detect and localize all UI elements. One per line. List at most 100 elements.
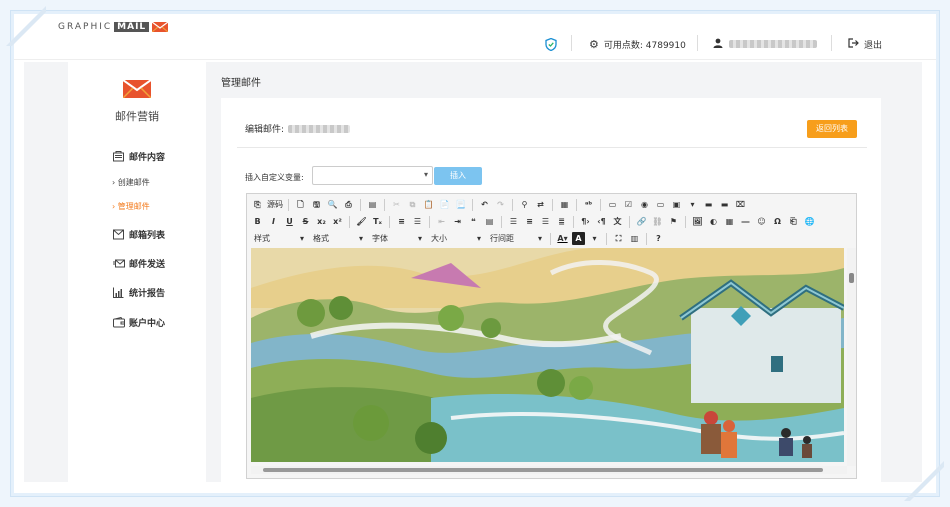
- justify-icon[interactable]: ≣: [555, 215, 568, 228]
- background-color-icon[interactable]: A: [572, 232, 585, 245]
- sidebar-subitem-manage-mail[interactable]: › 管理邮件: [112, 201, 150, 212]
- vertical-scrollbar[interactable]: [847, 248, 856, 466]
- sidebar-item-label: 邮件内容: [129, 153, 166, 163]
- smiley-icon[interactable]: ☺: [755, 215, 768, 228]
- template-icon[interactable]: ▤: [366, 198, 379, 211]
- logout-button[interactable]: 退出: [848, 37, 882, 51]
- username-redacted: [729, 40, 817, 48]
- editor-content-illustration[interactable]: [251, 248, 844, 462]
- div-container-icon[interactable]: ▤: [483, 215, 496, 228]
- paste-icon[interactable]: 📋: [422, 198, 435, 211]
- toolbar-separator: [573, 215, 574, 228]
- image-button-icon[interactable]: ▬: [718, 198, 731, 211]
- anchor-icon[interactable]: ⚑: [667, 215, 680, 228]
- checkbox-icon[interactable]: ☑: [622, 198, 635, 211]
- style-combo[interactable]: 样式 ▾: [251, 232, 307, 245]
- copy-format-icon[interactable]: 🖌: [355, 215, 368, 228]
- remove-format-icon[interactable]: Tₓ: [371, 215, 384, 228]
- text-color-icon[interactable]: A▾: [556, 232, 569, 245]
- help-icon[interactable]: ?: [652, 232, 665, 245]
- undo-icon[interactable]: ↶: [478, 198, 491, 211]
- language-icon[interactable]: 文: [611, 215, 624, 228]
- ltr-icon[interactable]: ¶›: [579, 215, 592, 228]
- select-all-icon[interactable]: ▦: [558, 198, 571, 211]
- size-combo-label: 大小: [431, 234, 447, 243]
- font-combo-label: 字体: [372, 234, 388, 243]
- rtl-icon[interactable]: ‹¶: [595, 215, 608, 228]
- link-icon[interactable]: 🔗: [635, 215, 648, 228]
- sidebar-item-mail-send[interactable]: 邮件发送: [112, 257, 165, 270]
- sidebar-item-account-center[interactable]: 账户中心: [112, 316, 165, 329]
- iframe-icon[interactable]: 🌐: [803, 215, 816, 228]
- toolbar-separator: [576, 198, 577, 211]
- panel-divider: [237, 147, 867, 148]
- strikethrough-icon[interactable]: S: [299, 215, 312, 228]
- cut-icon[interactable]: ✂: [390, 198, 403, 211]
- table-icon[interactable]: ▦: [723, 215, 736, 228]
- blockquote-icon[interactable]: ❝: [467, 215, 480, 228]
- toolbar-separator: [349, 215, 350, 228]
- redo-icon[interactable]: ↷: [494, 198, 507, 211]
- copy-icon[interactable]: ⧉: [406, 198, 419, 211]
- line-height-combo[interactable]: 行间距 ▾: [487, 232, 545, 245]
- underline-icon[interactable]: U: [283, 215, 296, 228]
- maximize-icon[interactable]: ⛶: [612, 232, 625, 245]
- button-field-icon[interactable]: ▬: [702, 198, 715, 211]
- page-break-icon[interactable]: ⎗: [787, 215, 800, 228]
- scrollbar-thumb[interactable]: [263, 468, 823, 472]
- font-combo[interactable]: 字体 ▾: [369, 232, 425, 245]
- align-left-icon[interactable]: ☰: [507, 215, 520, 228]
- italic-icon[interactable]: I: [267, 215, 280, 228]
- paste-word-icon[interactable]: 📃: [454, 198, 467, 211]
- paste-text-icon[interactable]: 📄: [438, 198, 451, 211]
- show-blocks-icon[interactable]: ▥: [628, 232, 641, 245]
- variable-select[interactable]: ▾: [312, 166, 433, 185]
- find-icon[interactable]: ⚲: [518, 198, 531, 211]
- sidebar-subitem-create-mail[interactable]: › 创建邮件: [112, 177, 150, 188]
- horizontal-scrollbar[interactable]: [251, 466, 847, 474]
- flash-icon[interactable]: ◐: [707, 215, 720, 228]
- outdent-icon[interactable]: ⇤: [435, 215, 448, 228]
- textarea-icon[interactable]: ▣: [670, 198, 683, 211]
- align-center-icon[interactable]: ≡: [523, 215, 536, 228]
- scrollbar-thumb[interactable]: [849, 273, 854, 283]
- hidden-field-icon[interactable]: ⌧: [734, 198, 747, 211]
- align-right-icon[interactable]: ☰: [539, 215, 552, 228]
- points-label: 可用点数: 4789910: [603, 40, 686, 51]
- new-page-icon[interactable]: 🗋: [294, 198, 307, 211]
- preview-icon[interactable]: 🔍: [326, 198, 339, 211]
- sidebar-item-mail-content[interactable]: 邮件内容: [112, 150, 165, 163]
- envelope-logo-icon: [151, 21, 169, 33]
- special-char-icon[interactable]: Ω: [771, 215, 784, 228]
- format-combo[interactable]: 格式 ▾: [310, 232, 366, 245]
- subscript-icon[interactable]: x₂: [315, 215, 328, 228]
- superscript-icon[interactable]: x²: [331, 215, 344, 228]
- user-menu[interactable]: [713, 37, 817, 51]
- sidebar-item-mailbox-list[interactable]: 邮箱列表: [112, 228, 165, 241]
- unlink-icon[interactable]: ⛓: [651, 215, 664, 228]
- textfield-icon[interactable]: ▭: [654, 198, 667, 211]
- radio-icon[interactable]: ◉: [638, 198, 651, 211]
- print-icon[interactable]: ⎙: [342, 198, 355, 211]
- numbered-list-icon[interactable]: ≡: [395, 215, 408, 228]
- replace-icon[interactable]: ⇄: [534, 198, 547, 211]
- insert-button[interactable]: 插入: [434, 167, 482, 185]
- horizontal-rule-icon[interactable]: ―: [739, 215, 752, 228]
- size-combo[interactable]: 大小 ▾: [428, 232, 484, 245]
- toolbar-separator: [606, 232, 607, 245]
- source-button[interactable]: 源码: [267, 199, 283, 210]
- form-icon[interactable]: ▭: [606, 198, 619, 211]
- save-icon[interactable]: 🖫: [310, 198, 323, 211]
- bulleted-list-icon[interactable]: ☰: [411, 215, 424, 228]
- security-shield-icon[interactable]: [545, 37, 557, 51]
- brand-logo[interactable]: GRAPHIC MAIL: [58, 21, 169, 33]
- indent-icon[interactable]: ⇥: [451, 215, 464, 228]
- bold-icon[interactable]: B: [251, 215, 264, 228]
- sidebar-item-stats-report[interactable]: 统计报告: [112, 286, 165, 299]
- spellcheck-icon[interactable]: ᵃᵇ: [582, 198, 595, 211]
- chevron-down-icon[interactable]: ▾: [588, 232, 601, 245]
- back-to-list-button[interactable]: 返回列表: [807, 120, 857, 138]
- select-field-icon[interactable]: ▾: [686, 198, 699, 211]
- source-icon[interactable]: ⎘: [251, 198, 264, 211]
- image-icon[interactable]: 🖼: [691, 215, 704, 228]
